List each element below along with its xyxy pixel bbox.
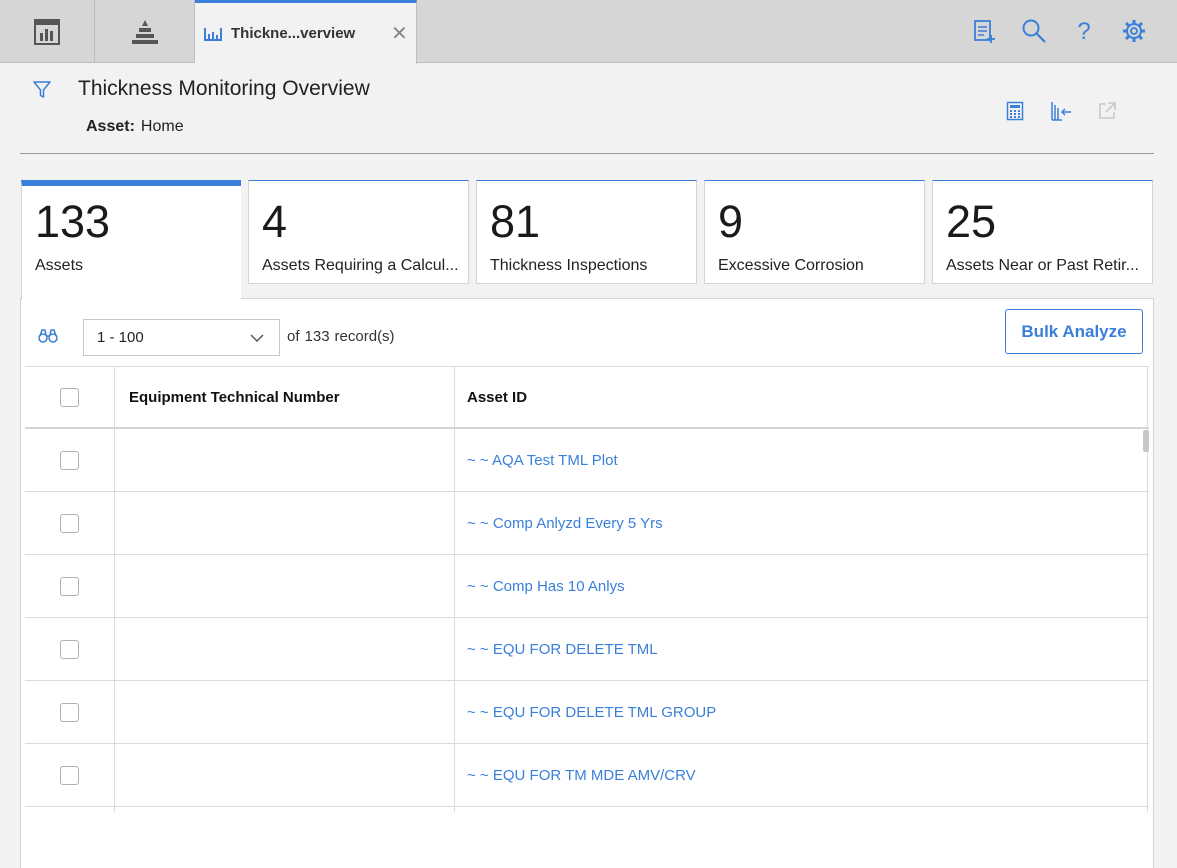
svg-text:?: ? <box>1077 18 1090 44</box>
page-title: Thickness Monitoring Overview <box>78 77 370 100</box>
tab-label: Thickne...verview <box>231 25 356 42</box>
kpi-label: Excessive Corrosion <box>718 257 864 274</box>
select-all-checkbox[interactable] <box>60 387 79 407</box>
table-row: ~ ~ Comp Anlyzd Every 5 Yrs <box>25 492 1149 555</box>
kpi-card-thickness-inspections[interactable]: 81 Thickness Inspections <box>476 180 697 284</box>
records-of-label: of <box>287 328 300 345</box>
settings-icon[interactable] <box>1119 16 1149 46</box>
kpi-value: 81 <box>490 196 541 247</box>
select-all-cell <box>25 367 115 427</box>
bulk-analyze-button[interactable]: Bulk Analyze <box>1005 309 1143 354</box>
column-header-asset-id[interactable]: Asset ID <box>455 367 1149 427</box>
asset-id-link[interactable]: ~ ~ Comp Has 10 Anlys <box>455 555 1149 617</box>
table-header-row: Equipment Technical Number Asset ID <box>25 366 1149 429</box>
kpi-label: Thickness Inspections <box>490 257 648 274</box>
chevron-down-icon <box>250 334 264 343</box>
kpi-value: 4 <box>262 196 288 247</box>
asset-id-link[interactable]: ~ ~ EQU FOR DELETE TML <box>455 618 1149 680</box>
help-icon[interactable]: ? <box>1069 16 1099 46</box>
record-count: of 133 record(s) <box>287 328 400 345</box>
row-checkbox[interactable] <box>60 513 79 533</box>
kpi-card-assets[interactable]: 133 Assets <box>21 180 241 300</box>
table-scrollbar[interactable] <box>1143 430 1149 452</box>
filter-icon[interactable] <box>32 80 52 105</box>
asset-label: Asset: <box>86 118 135 135</box>
etn-cell <box>115 618 455 680</box>
asset-id-link[interactable]: ~ ~ Comp Anlyzd Every 5 Yrs <box>455 492 1149 554</box>
table-row: ~ ~ EQU FOR TM MDE AMV/CRV <box>25 744 1149 807</box>
assets-table: Equipment Technical Number Asset ID ~ ~ … <box>25 366 1149 812</box>
row-select-cell <box>25 807 115 812</box>
etn-cell <box>115 429 455 491</box>
asset-id-link[interactable]: ~ ~ EQU FOR DELETE TML GROUP <box>455 681 1149 743</box>
etn-cell <box>115 555 455 617</box>
page-range-value: 1 - 100 <box>97 329 144 346</box>
row-select-cell <box>25 429 115 491</box>
table-row: ~ ~ Comp Has 10 Anlys <box>25 555 1149 618</box>
kpi-card-excessive-corrosion[interactable]: 9 Excessive Corrosion <box>704 180 925 284</box>
tab-dashboard[interactable] <box>0 0 95 63</box>
header-actions <box>1003 99 1119 123</box>
dashboard-icon <box>34 18 60 45</box>
search-icon[interactable] <box>1019 16 1049 46</box>
table-row: ~ ~ EQU FOR DELETE TML GROUP <box>25 681 1149 744</box>
etn-cell <box>115 807 455 812</box>
row-select-cell <box>25 618 115 680</box>
calculator-icon[interactable] <box>1003 99 1027 123</box>
row-select-cell <box>25 492 115 554</box>
row-select-cell <box>25 555 115 617</box>
report-icon[interactable] <box>969 16 999 46</box>
tml-icon[interactable] <box>1049 99 1073 123</box>
close-icon[interactable]: ✕ <box>391 24 408 44</box>
column-header-etn[interactable]: Equipment Technical Number <box>115 367 455 427</box>
etn-cell <box>115 744 455 806</box>
kpi-value: 133 <box>35 196 111 247</box>
tab-thickness-overview[interactable]: Thickne...verview ✕ <box>195 0 417 64</box>
kpi-label: Assets <box>35 257 84 274</box>
row-checkbox[interactable] <box>60 639 79 659</box>
kpi-label: Assets Near or Past Retir... <box>946 257 1139 274</box>
kpi-card-assets-requiring-calculation[interactable]: 4 Assets Requiring a Calcul... <box>248 180 469 284</box>
asset-context: Asset: Home <box>86 118 184 136</box>
table-row: ~ ~ AQA Test TML Plot <box>25 429 1149 492</box>
row-select-cell <box>25 744 115 806</box>
top-right-toolbar: ? <box>969 16 1149 46</box>
kpi-label: Assets Requiring a Calcul... <box>262 257 459 274</box>
header-divider <box>20 153 1154 154</box>
tab-asset-hierarchy[interactable] <box>95 0 195 63</box>
table-row <box>25 807 1149 812</box>
records-total: 133 <box>304 328 330 345</box>
kpi-card-assets-near-retirement[interactable]: 25 Assets Near or Past Retir... <box>932 180 1153 284</box>
chart-tab-icon <box>204 27 222 41</box>
kpi-value: 9 <box>718 196 744 247</box>
etn-cell <box>115 681 455 743</box>
row-checkbox[interactable] <box>60 765 79 785</box>
records-label: record(s) <box>334 328 395 345</box>
row-checkbox[interactable] <box>60 576 79 596</box>
open-external-icon[interactable] <box>1095 99 1119 123</box>
top-tab-bar: Thickne...verview ✕ ? <box>0 0 1177 64</box>
asset-id-link[interactable]: ~ ~ AQA Test TML Plot <box>455 429 1149 491</box>
page-range-select[interactable]: 1 - 100 <box>83 319 280 356</box>
asset-id-link[interactable]: ~ ~ EQU FOR TM MDE AMV/CRV <box>455 744 1149 806</box>
kpi-value: 25 <box>946 196 997 247</box>
row-checkbox[interactable] <box>60 702 79 722</box>
asset-value[interactable]: Home <box>141 118 184 135</box>
row-checkbox[interactable] <box>60 450 79 470</box>
tree-icon <box>131 19 158 44</box>
etn-cell <box>115 492 455 554</box>
binoculars-icon[interactable] <box>38 328 58 349</box>
row-select-cell <box>25 681 115 743</box>
table-row: ~ ~ EQU FOR DELETE TML <box>25 618 1149 681</box>
